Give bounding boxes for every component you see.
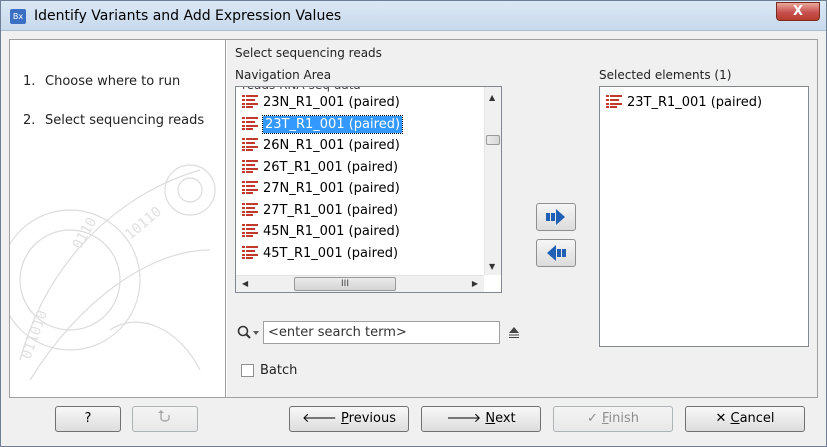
arrow-left-icon: [547, 245, 566, 261]
navigation-list-item[interactable]: 26N_R1_001 (paired): [242, 136, 400, 156]
search-input[interactable]: <enter search term>: [263, 321, 500, 344]
title-bar: Bx Identify Variants and Add Expression …: [1, 1, 826, 31]
selected-elements-list[interactable]: 23T_R1_001 (paired): [599, 86, 809, 347]
svg-text:0110: 0110: [70, 215, 101, 252]
navigation-list-item[interactable]: 23N_R1_001 (paired): [242, 93, 400, 113]
search-options-icon[interactable]: [507, 325, 521, 343]
selected-list-item[interactable]: 23T_R1_001 (paired): [606, 93, 762, 113]
step-choose-where-to-run: 1. Choose where to run: [23, 74, 181, 89]
arrow-right-icon: 🡒: [446, 411, 482, 426]
sequence-list-icon: [242, 95, 258, 108]
step-select-sequencing-reads: 2. Select sequencing reads: [23, 113, 205, 128]
scroll-left-icon[interactable]: ◀: [242, 279, 248, 288]
reset-button[interactable]: [132, 406, 198, 432]
finish-button[interactable]: ✓ Finish: [553, 406, 673, 432]
navigation-list-item[interactable]: 26T_R1_001 (paired): [242, 158, 398, 178]
navigation-list-item[interactable]: 45N_R1_001 (paired): [242, 222, 400, 242]
wizard-steps-panel: 1. Choose where to run 2. Select sequencin…: [10, 40, 226, 397]
scroll-up-icon[interactable]: ▲: [489, 93, 495, 102]
app-icon: Bx: [10, 9, 26, 24]
horizontal-scroll-thumb[interactable]: III: [294, 277, 396, 291]
decorative-swirl-graphic: 0110 10110 011010: [10, 164, 216, 381]
checkmark-icon: ✓: [586, 411, 598, 426]
selected-elements-label: Selected elements (1): [599, 68, 732, 82]
vertical-scroll-thumb[interactable]: [486, 135, 500, 145]
navigation-list-item[interactable]: 45T_R1_001 (paired): [242, 244, 398, 264]
reset-icon: [158, 410, 170, 422]
window-title: Identify Variants and Add Expression Val…: [34, 8, 342, 24]
horizontal-scrollbar[interactable]: ◀ III ▶: [236, 275, 484, 292]
navigation-list-item[interactable]: 23T_R1_001 (paired): [242, 114, 404, 135]
sequence-list-icon: [606, 95, 622, 108]
add-to-selected-button[interactable]: [536, 203, 576, 231]
previous-button[interactable]: 🡐 Previous: [289, 406, 409, 432]
batch-label: Batch: [260, 363, 298, 378]
sequence-list-icon: [242, 224, 258, 237]
section-title: Select sequencing reads: [235, 46, 382, 60]
dialog-content: 1. Choose where to run 2. Select sequencin…: [9, 39, 818, 398]
navigation-area-label: Navigation Area: [235, 68, 332, 82]
batch-checkbox[interactable]: [241, 364, 254, 377]
svg-text:10110: 10110: [122, 204, 165, 243]
close-button[interactable]: X: [776, 2, 820, 21]
arrow-left-icon: 🡐: [302, 411, 337, 426]
sequence-list-icon: [242, 245, 258, 259]
navigation-list-item[interactable]: 27N_R1_001 (paired): [242, 179, 400, 199]
x-icon: ✕: [715, 411, 727, 426]
help-button[interactable]: ?: [55, 406, 121, 432]
next-button[interactable]: 🡒 Next: [421, 406, 541, 432]
sequence-list-icon: [242, 116, 258, 130]
navigation-list-item[interactable]: 27T_R1_001 (paired): [242, 201, 398, 221]
scroll-down-icon[interactable]: ▼: [489, 262, 495, 271]
remove-from-selected-button[interactable]: [536, 239, 576, 267]
cancel-button[interactable]: ✕ Cancel: [685, 406, 805, 432]
sequence-list-icon: [242, 202, 258, 216]
vertical-scrollbar[interactable]: ▲ ▼: [484, 87, 501, 275]
navigation-list[interactable]: reads RNA-seq data 23N_R1_001 (paired)23…: [235, 86, 502, 293]
main-panel: Select sequencing reads Navigation Area …: [227, 40, 817, 397]
sequence-list-icon: [242, 181, 258, 194]
svg-text:011010: 011010: [19, 308, 51, 361]
sequence-list-icon: [242, 138, 258, 151]
dialog-window: Bx Identify Variants and Add Expression …: [0, 0, 827, 447]
sequence-list-icon: [242, 159, 258, 173]
search-icon[interactable]: [237, 325, 263, 345]
arrow-right-icon: [546, 209, 565, 225]
scroll-right-icon[interactable]: ▶: [472, 279, 478, 288]
